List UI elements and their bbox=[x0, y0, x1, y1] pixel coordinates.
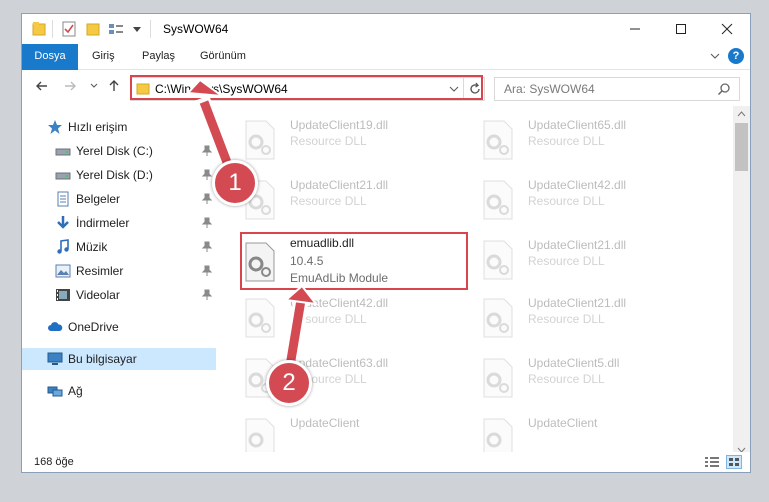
annotation-arrows bbox=[185, 78, 319, 368]
arrow-1-icon bbox=[185, 78, 235, 168]
arrow-2-icon bbox=[282, 284, 319, 368]
step-badge-1: 1 bbox=[212, 160, 258, 206]
step-badge-2: 2 bbox=[266, 360, 312, 406]
